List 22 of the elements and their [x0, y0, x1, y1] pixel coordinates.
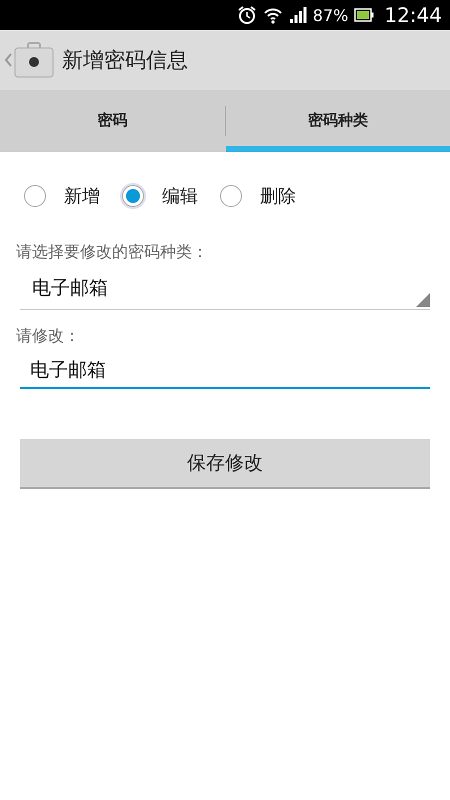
back-icon[interactable] [4, 52, 12, 68]
screen-title: 新增密码信息 [62, 47, 188, 74]
signal-icon [288, 6, 307, 24]
radio-label[interactable]: 编辑 [162, 184, 198, 208]
radio-button[interactable] [220, 185, 242, 207]
wifi-icon [262, 6, 283, 24]
radio-button[interactable] [122, 185, 144, 207]
radio-label[interactable]: 删除 [260, 184, 296, 208]
tab[interactable]: 密码 [0, 90, 224, 152]
alarm-icon [236, 5, 257, 25]
battery-icon [354, 8, 374, 22]
field-label: 请选择要修改的密码种类： [16, 242, 209, 263]
save-button[interactable]: 保存修改 [20, 439, 430, 489]
field-label: 请修改： [16, 326, 81, 347]
type-dropdown[interactable]: 电子邮箱 [20, 269, 430, 310]
radio-button[interactable] [24, 185, 46, 207]
tab[interactable]: 密码种类 [226, 90, 450, 152]
input-field[interactable]: 电子邮箱 [20, 353, 430, 389]
clock: 12:44 [384, 3, 442, 27]
battery-percent: 87% [312, 6, 348, 24]
radio-label[interactable]: 新增 [64, 184, 100, 208]
briefcase-icon[interactable] [14, 41, 54, 79]
